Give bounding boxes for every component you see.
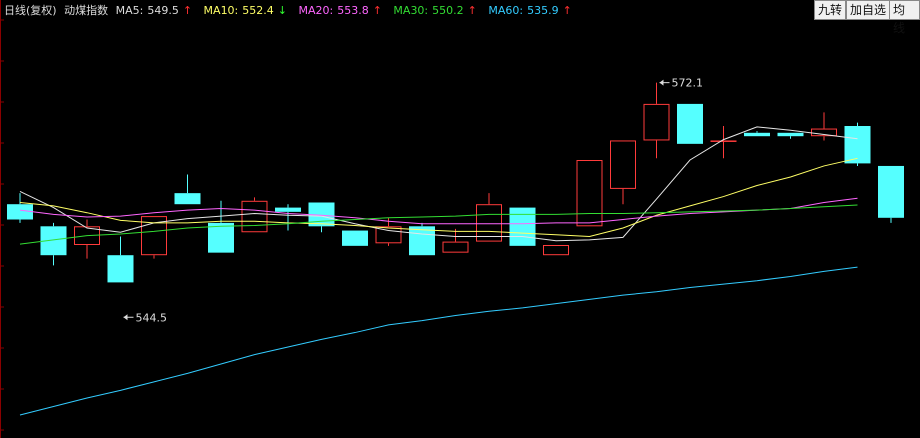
annotation-label: 544.5 [136, 311, 168, 324]
annotation-label: 572.1 [672, 77, 704, 90]
period-title: 日线(复权) [4, 4, 57, 17]
candle-body-up [610, 140, 636, 189]
annotation-arrowhead [123, 314, 128, 321]
candle-body-down [844, 126, 871, 164]
nine-turn-button[interactable]: 九转 [814, 0, 847, 20]
ma60-line [19, 266, 858, 416]
candle-body-down [174, 193, 201, 205]
candle-body-up [643, 103, 670, 141]
candle-body-down [878, 165, 904, 218]
kline-chart: 572.1 544.5 [0, 0, 920, 438]
chart-header: 日线(复权) 动煤指数 MA5: 549.5 ↑ MA10: 552.4 ↓ MA20:… [4, 2, 580, 18]
candle-body-up [241, 200, 268, 233]
candle-body-down [677, 103, 703, 144]
ma60-readout: MA60: 535.9 ↑ [488, 4, 572, 17]
candle-body-up [442, 241, 469, 253]
candle-body-down [208, 222, 234, 253]
ma20-readout: MA20: 553.8 ↑ [298, 4, 382, 17]
ma5-readout: MA5: 549.5 ↑ [115, 4, 193, 17]
annotation-arrowhead [659, 79, 664, 86]
ma10-readout: MA10: 552.4 ↓ [203, 4, 287, 17]
ma30-line [19, 204, 858, 245]
candle-body-up [710, 140, 737, 142]
candle-body-up [576, 160, 603, 227]
add-watchlist-button[interactable]: 加自选 [846, 0, 891, 20]
candle-body-down [509, 207, 536, 246]
kline-svg: 572.1 544.5 [0, 0, 904, 438]
candle-body-down [342, 230, 368, 246]
ma-line-button[interactable]: 均线 [889, 0, 920, 35]
candle-body-down [107, 255, 134, 283]
candle-body-up [543, 245, 569, 256]
candle-body-down [275, 207, 301, 212]
candle-body-down [744, 132, 770, 137]
index-name: 动煤指数 [64, 4, 109, 17]
candle-body-down [7, 204, 33, 220]
ma30-readout: MA30: 550.2 ↑ [393, 4, 477, 17]
candle-body-up [476, 204, 502, 242]
candle-body-down [777, 132, 804, 137]
